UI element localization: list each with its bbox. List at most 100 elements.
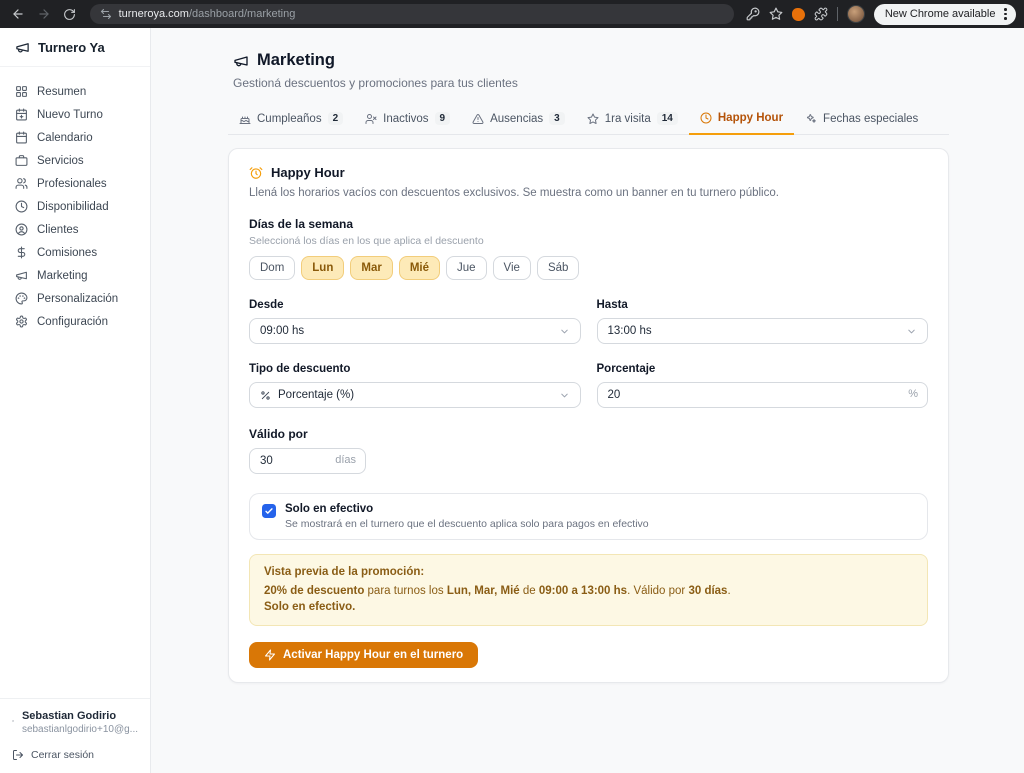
arrow-right-icon bbox=[37, 7, 51, 21]
porcentaje-input[interactable] bbox=[597, 382, 929, 408]
sidebar-item-servicios[interactable]: Servicios bbox=[0, 149, 150, 172]
user-account[interactable]: Sebastian Godirio sebastianlgodirio+10@g… bbox=[0, 698, 150, 743]
solo-efectivo-checkbox[interactable] bbox=[262, 504, 276, 518]
gear-icon bbox=[15, 315, 28, 328]
valido-suffix: días bbox=[335, 454, 356, 466]
tab-label: Inactivos bbox=[383, 113, 428, 125]
day-chip-sab[interactable]: Sáb bbox=[537, 256, 579, 280]
sidebar: Turnero Ya Resumen Nuevo Turno Calendari… bbox=[0, 28, 151, 773]
card-description: Llená los horarios vacíos con descuentos… bbox=[249, 187, 928, 199]
sidebar-item-disponibilidad[interactable]: Disponibilidad bbox=[0, 195, 150, 218]
sidebar-item-comisiones[interactable]: Comisiones bbox=[0, 241, 150, 264]
password-key-icon[interactable] bbox=[746, 7, 760, 21]
reload-icon bbox=[63, 8, 76, 21]
users-icon bbox=[15, 177, 28, 190]
sidebar-item-clientes[interactable]: Clientes bbox=[0, 218, 150, 241]
browser-menu-icon[interactable] bbox=[1002, 6, 1009, 22]
logout-button[interactable]: Cerrar sesión bbox=[0, 743, 150, 773]
tab-ausencias[interactable]: Ausencias 3 bbox=[461, 105, 576, 134]
tab-badge: 3 bbox=[549, 112, 565, 125]
briefcase-icon bbox=[15, 154, 28, 167]
day-chip-lun[interactable]: Lun bbox=[301, 256, 344, 280]
tab-cumpleanos[interactable]: Cumpleaños 2 bbox=[228, 105, 354, 134]
day-chip-jue[interactable]: Jue bbox=[446, 256, 487, 280]
star-icon bbox=[587, 113, 599, 125]
new-chrome-label: New Chrome available bbox=[885, 8, 996, 20]
extensions-puzzle-icon[interactable] bbox=[814, 7, 828, 21]
sidebar-item-profesionales[interactable]: Profesionales bbox=[0, 172, 150, 195]
avatar bbox=[12, 710, 14, 732]
palette-icon bbox=[15, 292, 28, 305]
tipo-descuento-select[interactable]: Porcentaje (%) bbox=[249, 382, 581, 408]
tab-label: Fechas especiales bbox=[823, 113, 918, 125]
logout-label: Cerrar sesión bbox=[31, 749, 94, 761]
chevron-down-icon bbox=[906, 326, 917, 337]
extension-icon[interactable] bbox=[792, 8, 805, 21]
browser-reload-button[interactable] bbox=[60, 4, 80, 24]
sidebar-item-resumen[interactable]: Resumen bbox=[0, 80, 150, 103]
preview-line: 20% de descuento para turnos los Lun, Ma… bbox=[264, 585, 913, 597]
sparkles-icon bbox=[805, 113, 817, 125]
hasta-select[interactable]: 13:00 hs bbox=[597, 318, 929, 344]
tab-label: Ausencias bbox=[490, 113, 543, 125]
sidebar-item-label: Nuevo Turno bbox=[37, 109, 103, 121]
bookmark-star-icon[interactable] bbox=[769, 7, 783, 21]
activate-button-label: Activar Happy Hour en el turnero bbox=[283, 649, 463, 661]
check-icon bbox=[264, 506, 274, 516]
sidebar-item-configuracion[interactable]: Configuración bbox=[0, 310, 150, 333]
sidebar-item-personalizacion[interactable]: Personalización bbox=[0, 287, 150, 310]
day-chip-vie[interactable]: Vie bbox=[493, 256, 531, 280]
calendar-plus-icon bbox=[15, 108, 28, 121]
browser-toolbar: turneroya.com/dashboard/marketing New Ch… bbox=[0, 0, 1024, 28]
marketing-tabs: Cumpleaños 2 Inactivos 9 Ausencias 3 1ra… bbox=[228, 105, 949, 135]
desde-select[interactable]: 09:00 hs bbox=[249, 318, 581, 344]
sidebar-item-label: Disponibilidad bbox=[37, 201, 109, 213]
url-text: turneroya.com/dashboard/marketing bbox=[119, 8, 296, 20]
solo-efectivo-option[interactable]: Solo en efectivo Se mostrará en el turne… bbox=[249, 493, 928, 540]
tab-label: Happy Hour bbox=[718, 112, 783, 124]
desde-value: 09:00 hs bbox=[260, 325, 552, 337]
url-host: turneroya.com bbox=[119, 8, 189, 20]
sidebar-item-label: Clientes bbox=[37, 224, 79, 236]
sidebar-item-nuevo-turno[interactable]: Nuevo Turno bbox=[0, 103, 150, 126]
hasta-label: Hasta bbox=[597, 299, 929, 311]
desde-label: Desde bbox=[249, 299, 581, 311]
user-x-icon bbox=[365, 113, 377, 125]
day-chip-mar[interactable]: Mar bbox=[350, 256, 392, 280]
tab-1ra-visita[interactable]: 1ra visita 14 bbox=[576, 105, 689, 134]
browser-profile-avatar[interactable] bbox=[847, 5, 865, 23]
sidebar-item-calendario[interactable]: Calendario bbox=[0, 126, 150, 149]
valido-label: Válido por bbox=[249, 427, 928, 441]
day-chip-dom[interactable]: Dom bbox=[249, 256, 295, 280]
new-chrome-available-chip[interactable]: New Chrome available bbox=[874, 4, 1016, 25]
day-chip-mie[interactable]: Mié bbox=[399, 256, 440, 280]
tipo-descuento-label: Tipo de descuento bbox=[249, 363, 581, 375]
brand[interactable]: Turnero Ya bbox=[0, 28, 150, 67]
tab-label: Cumpleaños bbox=[257, 113, 322, 125]
sidebar-item-marketing[interactable]: Marketing bbox=[0, 264, 150, 287]
main-area: Marketing Gestioná descuentos y promocio… bbox=[151, 28, 1024, 773]
porcentaje-label: Porcentaje bbox=[597, 363, 929, 375]
address-bar[interactable]: turneroya.com/dashboard/marketing bbox=[90, 4, 734, 24]
preview-title: Vista previa de la promoción: bbox=[264, 566, 913, 578]
tab-happy-hour[interactable]: Happy Hour bbox=[689, 105, 794, 135]
zap-icon bbox=[264, 649, 276, 661]
dollar-icon bbox=[15, 246, 28, 259]
card-title: Happy Hour bbox=[271, 165, 345, 180]
brand-name: Turnero Ya bbox=[38, 40, 105, 55]
cake-icon bbox=[239, 113, 251, 125]
solo-efectivo-title: Solo en efectivo bbox=[285, 503, 649, 515]
sidebar-item-label: Resumen bbox=[37, 86, 86, 98]
tipo-descuento-value: Porcentaje (%) bbox=[278, 389, 552, 401]
activate-happy-hour-button[interactable]: Activar Happy Hour en el turnero bbox=[249, 642, 478, 668]
user-name: Sebastian Godirio bbox=[22, 710, 138, 722]
sidebar-menu: Resumen Nuevo Turno Calendario Servicios… bbox=[0, 67, 150, 333]
browser-forward-button[interactable] bbox=[34, 4, 54, 24]
megaphone-icon bbox=[15, 269, 28, 282]
clock-icon bbox=[700, 112, 712, 124]
browser-back-button[interactable] bbox=[8, 4, 28, 24]
user-email: sebastianlgodirio+10@g... bbox=[22, 724, 138, 735]
tab-inactivos[interactable]: Inactivos 9 bbox=[354, 105, 461, 134]
happy-hour-card: Happy Hour Llená los horarios vacíos con… bbox=[228, 148, 949, 683]
tab-fechas-especiales[interactable]: Fechas especiales bbox=[794, 106, 929, 134]
